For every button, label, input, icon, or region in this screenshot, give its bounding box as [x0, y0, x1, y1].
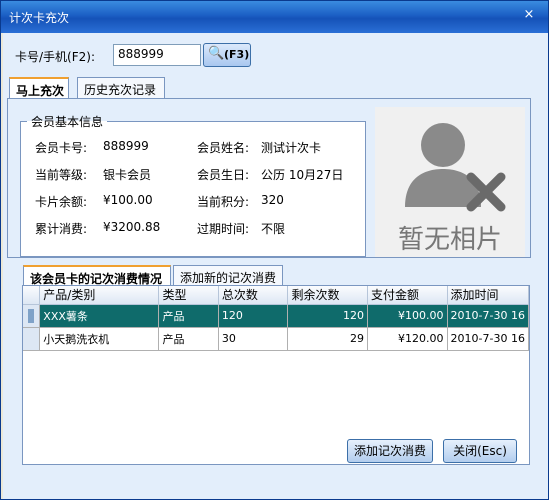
- cell-amount: ¥120.00: [367, 327, 448, 351]
- card-search-label: 卡号/手机(F2):: [15, 50, 95, 64]
- member-birthday-label: 会员生日:: [197, 168, 250, 182]
- close-button[interactable]: 关闭(Esc): [443, 439, 517, 463]
- no-photo-icon: [405, 123, 506, 212]
- cell-amount: ¥100.00: [367, 304, 448, 328]
- dialog-body: 卡号/手机(F2): 888999 🔍 (F3) 马上充次 历史充次记录 会员基…: [3, 33, 548, 499]
- cell-remaining: 120: [287, 304, 368, 328]
- cell-total: 30: [218, 327, 289, 351]
- member-photo: 暂无相片: [375, 107, 525, 257]
- close-icon[interactable]: ×: [518, 5, 540, 25]
- table-header-row: 产品/类别 类型 总次数 剩余次数 支付金额 添加时间: [23, 286, 529, 305]
- row-selector[interactable]: [23, 327, 41, 351]
- cell-type: 产品: [158, 304, 219, 328]
- tab-history[interactable]: 历史充次记录: [77, 77, 165, 99]
- search-button[interactable]: 🔍 (F3): [203, 43, 251, 67]
- member-level-value: 银卡会员: [103, 168, 152, 182]
- title-bar: 计次卡充次 ×: [1, 1, 548, 33]
- dialog-window: 计次卡充次 × 卡号/手机(F2): 888999 🔍 (F3) 马上充次 历史…: [0, 0, 549, 500]
- col-header-remaining[interactable]: 剩余次数: [287, 286, 368, 305]
- member-card-value: 888999: [103, 139, 149, 153]
- points-label: 当前积分:: [197, 195, 250, 209]
- total-spent-value: ¥3200.88: [103, 220, 161, 234]
- usage-table: 产品/类别 类型 总次数 剩余次数 支付金额 添加时间 XXX薯条 产品 120: [23, 286, 529, 351]
- card-search-input[interactable]: 888999: [113, 44, 201, 66]
- expiry-label: 过期时间:: [197, 222, 250, 236]
- cell-time: 2010-7-30 16: [447, 327, 529, 351]
- row-header-corner: [23, 286, 41, 305]
- tab-add-record[interactable]: 添加新的记次消费: [173, 265, 283, 287]
- row-selector[interactable]: [23, 304, 41, 328]
- tab-recharge[interactable]: 马上充次: [9, 77, 69, 99]
- col-header-type[interactable]: 类型: [158, 286, 219, 305]
- no-photo-text: 暂无相片: [397, 225, 502, 255]
- usage-grid: 产品/类别 类型 总次数 剩余次数 支付金额 添加时间 XXX薯条 产品 120: [22, 285, 530, 465]
- col-header-product[interactable]: 产品/类别: [39, 286, 160, 305]
- search-button-label: (F3): [224, 48, 250, 61]
- cell-time: 2010-7-30 16: [447, 304, 529, 328]
- member-name-value: 测试计次卡: [261, 141, 322, 155]
- table-row[interactable]: XXX薯条 产品 120 120 ¥100.00 2010-7-30 16: [23, 304, 529, 328]
- member-info-legend: 会员基本信息: [31, 115, 104, 129]
- cell-type: 产品: [158, 327, 219, 351]
- search-icon: 🔍: [208, 46, 225, 61]
- main-tabs: 马上充次 历史充次记录: [9, 77, 189, 99]
- member-level-label: 当前等级:: [35, 168, 88, 182]
- cell-product: 小天鹅洗衣机: [39, 327, 160, 351]
- table-row[interactable]: 小天鹅洗衣机 产品 30 29 ¥120.00 2010-7-30 16: [23, 327, 529, 351]
- cell-remaining: 29: [287, 327, 368, 351]
- expiry-value: 不限: [261, 222, 286, 236]
- member-name-label: 会员姓名:: [197, 141, 250, 155]
- tab-usage-records[interactable]: 该会员卡的记次消费情况: [23, 265, 171, 287]
- cell-product: XXX薯条: [39, 304, 160, 328]
- total-spent-label: 累计消费:: [35, 222, 88, 236]
- member-birthday-value: 公历 10月27日: [261, 168, 344, 182]
- card-balance-label: 卡片余额:: [35, 195, 88, 209]
- card-balance-value: ¥100.00: [103, 193, 153, 207]
- col-header-time[interactable]: 添加时间: [447, 286, 529, 305]
- cell-total: 120: [218, 304, 289, 328]
- col-header-amount[interactable]: 支付金额: [367, 286, 448, 305]
- member-card-label: 会员卡号:: [35, 141, 88, 155]
- col-header-total[interactable]: 总次数: [218, 286, 289, 305]
- points-value: 320: [261, 193, 284, 207]
- add-record-button[interactable]: 添加记次消费: [347, 439, 433, 463]
- record-tabs: 该会员卡的记次消费情况 添加新的记次消费: [23, 265, 323, 287]
- window-title: 计次卡充次: [9, 11, 70, 25]
